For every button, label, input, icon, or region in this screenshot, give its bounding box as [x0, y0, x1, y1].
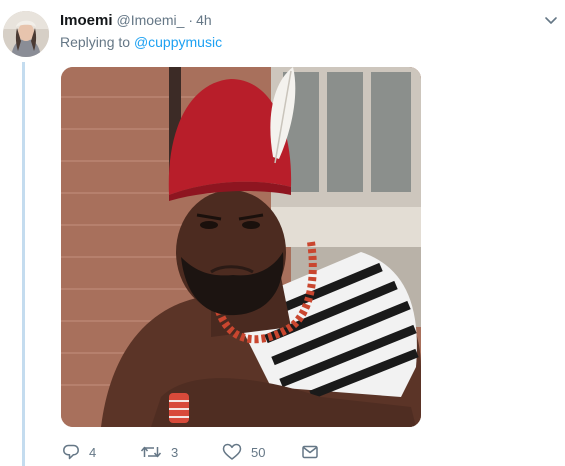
replying-to-link[interactable]: @cuppymusic: [134, 34, 222, 50]
reply-icon: [62, 443, 80, 461]
heart-icon: [222, 443, 242, 461]
tweet-actions: 4 3 50: [60, 440, 360, 464]
tweet-media-image[interactable]: [61, 67, 421, 427]
tweet-header: Imoemi @Imoemi_ · 4h: [60, 10, 212, 30]
envelope-icon: [301, 443, 319, 461]
thread-line: [22, 62, 25, 466]
replying-prefix: Replying to: [60, 34, 134, 50]
retweet-icon: [140, 443, 162, 461]
tweet[interactable]: Imoemi @Imoemi_ · 4h Replying to @cuppym…: [0, 0, 565, 466]
retweet-button[interactable]: 3: [140, 440, 178, 464]
like-count: 50: [251, 444, 266, 460]
replying-to: Replying to @cuppymusic: [60, 34, 222, 50]
chevron-down-icon[interactable]: [543, 12, 559, 28]
direct-message-button[interactable]: [301, 440, 319, 464]
display-name[interactable]: Imoemi: [60, 12, 113, 29]
reply-button[interactable]: 4: [62, 440, 96, 464]
reply-count: 4: [89, 444, 97, 460]
user-handle[interactable]: @Imoemi_: [117, 12, 185, 28]
timestamp[interactable]: 4h: [196, 12, 212, 28]
like-button[interactable]: 50: [222, 440, 265, 464]
separator-dot: ·: [188, 12, 194, 28]
avatar[interactable]: [3, 11, 49, 57]
retweet-count: 3: [171, 444, 179, 460]
